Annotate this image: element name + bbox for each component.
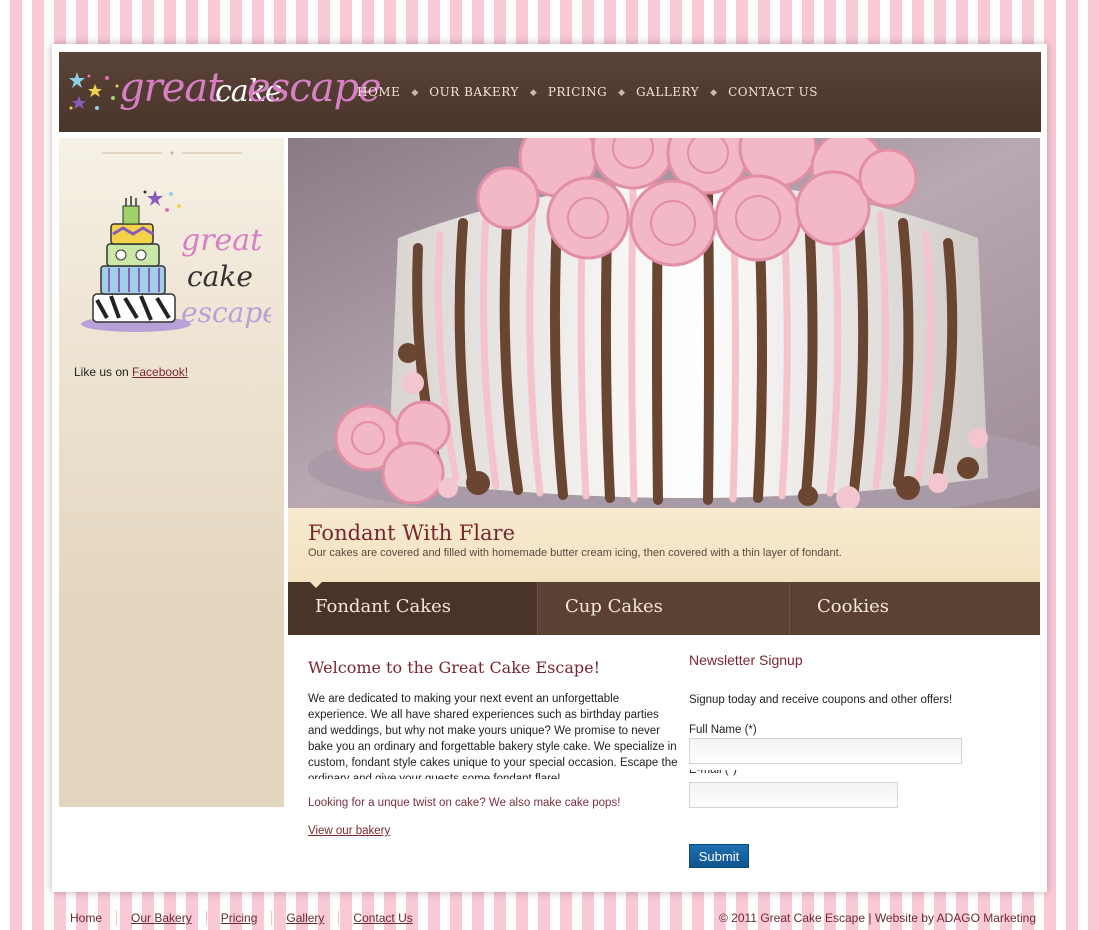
diamond-icon: ◆ [618, 86, 626, 97]
tab-fondant-cakes[interactable]: Fondant Cakes [288, 582, 538, 635]
diamond-icon: ◆ [411, 86, 419, 97]
welcome-section: Welcome to the Great Cake Escape! We are… [308, 658, 678, 839]
footer-divider [338, 911, 340, 925]
email-input[interactable] [689, 782, 898, 808]
submit-button[interactable]: Submit [689, 844, 749, 868]
tab-cookies[interactable]: Cookies [790, 582, 1040, 635]
footer-link-our-bakery[interactable]: Our Bakery [131, 911, 192, 925]
ornament-divider [102, 151, 242, 155]
newsletter-title: Newsletter Signup [689, 652, 803, 668]
facebook-line: Like us on Facebook! [74, 365, 188, 379]
footer-links: Home Our Bakery Pricing Gallery Contact … [70, 911, 413, 925]
email-label: E-mail (*) [689, 770, 737, 776]
sidebar-logo-cake: cake [187, 260, 253, 293]
stars-icon [69, 72, 119, 110]
welcome-body: We are dedicated to making your next eve… [308, 693, 678, 779]
cake-logo-image: great cake escape [81, 190, 271, 332]
footer-divider [205, 911, 207, 925]
nav-pricing[interactable]: PRICING [548, 85, 607, 99]
site-logo[interactable]: great cake escape [67, 58, 382, 122]
category-tabs: Fondant Cakes Cup Cakes Cookies [288, 582, 1040, 635]
sidebar-logo-escape: escape [181, 296, 271, 329]
site-footer: Home Our Bakery Pricing Gallery Contact … [0, 900, 1099, 930]
facebook-prefix: Like us on [74, 365, 129, 379]
nav-contact-us[interactable]: CONTACT US [728, 85, 818, 99]
footer-divider [271, 911, 273, 925]
footer-link-pricing[interactable]: Pricing [221, 911, 258, 925]
sidebar-logo-great: great [181, 223, 263, 258]
full-name-input[interactable] [689, 738, 962, 764]
footer-link-gallery[interactable]: Gallery [286, 911, 324, 925]
site-header: great cake escape HOME ◆ OUR BAKERY ◆ PR… [59, 52, 1041, 132]
hero-cake-image [288, 138, 1040, 508]
newsletter-section: Newsletter Signup Signup today and recei… [689, 652, 1019, 868]
caption-text: Our cakes are covered and filled with ho… [308, 547, 842, 559]
diamond-icon: ◆ [529, 86, 537, 97]
full-name-label: Full Name (*) [689, 724, 757, 736]
footer-divider [116, 911, 118, 925]
page-container: great cake escape HOME ◆ OUR BAKERY ◆ PR… [52, 44, 1047, 892]
cake-pops-text: Looking for a unque twist on cake? We al… [308, 797, 621, 809]
footer-link-contact-us[interactable]: Contact Us [353, 911, 412, 925]
sidebar: great cake escape Like us on Facebook! [59, 138, 284, 807]
logo-word-great: great [119, 65, 223, 111]
nav-gallery[interactable]: GALLERY [636, 85, 699, 99]
footer-link-home[interactable]: Home [70, 911, 102, 925]
tab-cup-cakes[interactable]: Cup Cakes [538, 582, 790, 635]
facebook-link[interactable]: Facebook! [132, 365, 188, 379]
view-bakery-link[interactable]: View our bakery [308, 825, 390, 837]
nav-home[interactable]: HOME [357, 85, 400, 99]
nav-our-bakery[interactable]: OUR BAKERY [429, 85, 519, 99]
diamond-icon: ◆ [710, 86, 718, 97]
newsletter-intro: Signup today and receive coupons and oth… [689, 694, 953, 706]
welcome-title: Welcome to the Great Cake Escape! [308, 658, 600, 677]
main-nav: HOME ◆ OUR BAKERY ◆ PRICING ◆ GALLERY ◆ … [357, 85, 818, 99]
footer-copyright: © 2011 Great Cake Escape | Website by AD… [719, 911, 1036, 925]
hero-caption: Fondant With Flare Our cakes are covered… [288, 508, 1040, 582]
caption-title: Fondant With Flare [308, 521, 516, 545]
hero-image [288, 138, 1040, 508]
